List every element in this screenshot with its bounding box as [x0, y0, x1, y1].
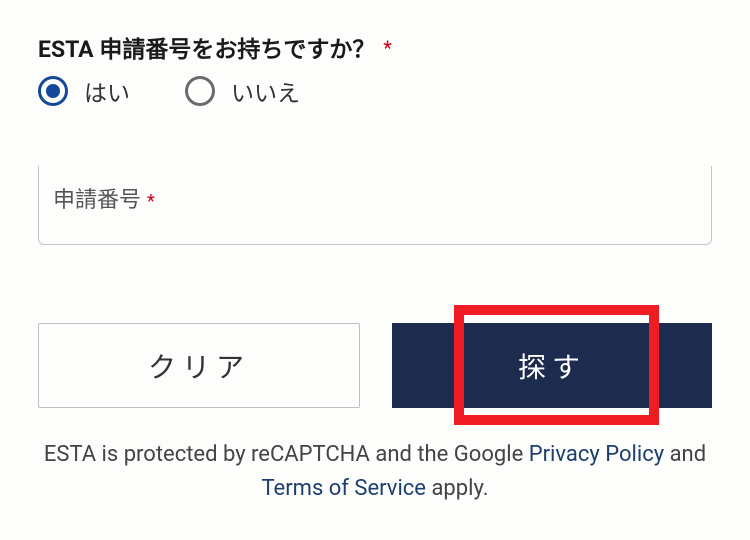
required-marker: *	[147, 191, 155, 212]
search-button[interactable]: 探す	[392, 323, 712, 408]
application-number-label: 申請番号	[53, 188, 141, 213]
terms-of-service-link[interactable]: Terms of Service	[261, 476, 426, 501]
radio-unselected-icon	[185, 76, 215, 106]
clear-button-label: クリア	[148, 346, 250, 386]
radio-yes-label: はい	[84, 74, 130, 108]
radio-selected-icon	[38, 76, 68, 106]
radio-option-no[interactable]: いいえ	[185, 74, 300, 108]
footer-text-part3: apply.	[426, 476, 489, 501]
footer-text-part1: ESTA is protected by reCAPTCHA and the G…	[44, 442, 529, 467]
esta-question-group: ESTA 申請番号をお持ちですか？ * はい いいえ	[38, 30, 712, 108]
esta-question-label: ESTA 申請番号をお持ちですか？	[38, 36, 375, 63]
radio-option-yes[interactable]: はい	[38, 74, 130, 108]
radio-no-label: いいえ	[231, 74, 300, 108]
radio-group: はい いいえ	[38, 74, 712, 108]
privacy-policy-link[interactable]: Privacy Policy	[529, 442, 664, 467]
application-number-input[interactable]: 申請番号 *	[38, 166, 712, 245]
search-button-wrap: 探す	[392, 323, 712, 408]
recaptcha-footer: ESTA is protected by reCAPTCHA and the G…	[38, 438, 712, 506]
search-button-label: 探す	[518, 346, 586, 386]
button-row: クリア 探す	[38, 323, 712, 408]
required-marker: *	[383, 36, 392, 60]
clear-button[interactable]: クリア	[38, 323, 360, 408]
footer-text-part2: and	[664, 442, 706, 467]
